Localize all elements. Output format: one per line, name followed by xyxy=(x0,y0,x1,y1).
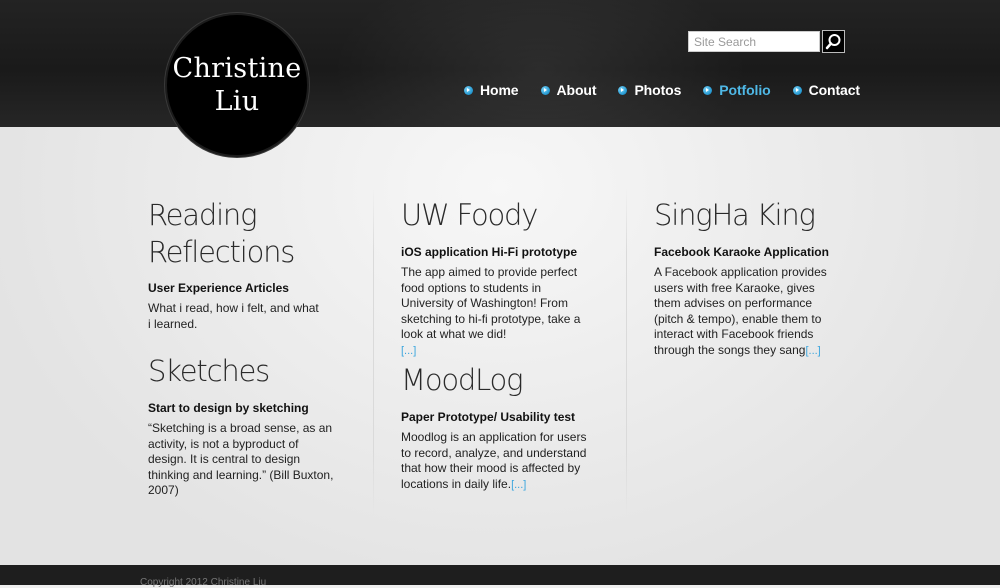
reading-reflections-card: Reading Reflections User Experience Arti… xyxy=(148,197,348,332)
nav-item-about[interactable]: About xyxy=(540,82,597,98)
singha-king-subtitle: Facebook Karaoke Application xyxy=(654,245,829,259)
main-nav: Home About Photos Potfolio Contact xyxy=(464,82,882,98)
main-content: Reading Reflections User Experience Arti… xyxy=(0,127,1000,565)
moodlog-subtitle: Paper Prototype/ Usability test xyxy=(401,410,576,424)
logo-text-last: Liu xyxy=(214,86,260,117)
nav-item-label: Potfolio xyxy=(719,82,771,98)
nav-item-portfolio[interactable]: Potfolio xyxy=(703,82,771,98)
nav-item-label: About xyxy=(556,82,597,98)
moodlog-description: Moodlog is an application for users to r… xyxy=(401,430,587,491)
singha-king-title[interactable]: SingHa King xyxy=(654,197,854,234)
logo-text-first: Christine xyxy=(172,53,302,84)
footer-copyright: Copyright 2012 Christine Liu xyxy=(140,577,267,588)
arrow-bullet-icon xyxy=(792,85,802,95)
nav-item-label: Photos xyxy=(634,82,682,98)
arrow-bullet-icon xyxy=(703,85,713,95)
moodlog-read-more[interactable]: [...] xyxy=(511,479,526,491)
uw-foody-description: The app aimed to provide perfect food op… xyxy=(401,265,581,357)
search-button[interactable] xyxy=(822,30,845,53)
reading-reflections-description: What i read, how i felt, and what i lear… xyxy=(148,301,319,331)
arrow-bullet-icon xyxy=(618,85,628,95)
nav-item-photos[interactable]: Photos xyxy=(618,82,681,98)
arrow-bullet-icon xyxy=(540,85,550,95)
sketches-subtitle: Start to design by sketching xyxy=(148,401,309,415)
singha-king-read-more[interactable]: [...] xyxy=(805,345,820,357)
uw-foody-subtitle: iOS application Hi-Fi prototype xyxy=(401,245,578,259)
arrow-bullet-icon xyxy=(464,85,473,95)
column-divider xyxy=(373,187,374,517)
reading-reflections-title[interactable]: Reading Reflections xyxy=(148,197,348,271)
sketches-card: Sketches Start to design by sketching “S… xyxy=(148,353,348,499)
reading-reflections-subtitle: User Experience Articles xyxy=(148,281,289,295)
nav-item-home[interactable]: Home xyxy=(464,82,519,98)
uw-foody-card: UW Foody iOS application Hi-Fi prototype… xyxy=(401,197,601,360)
site-search xyxy=(688,30,845,53)
column-divider xyxy=(626,187,627,517)
moodlog-card: MoodLog Paper Prototype/ Usability test … xyxy=(401,362,601,493)
singha-king-card: SingHa King Facebook Karaoke Application… xyxy=(654,197,854,360)
nav-item-label: Home xyxy=(480,82,519,98)
nav-item-label: Contact xyxy=(808,82,861,98)
uw-foody-title[interactable]: UW Foody xyxy=(401,197,601,234)
uw-foody-read-more[interactable]: [...] xyxy=(401,345,416,357)
search-input[interactable] xyxy=(688,31,820,52)
search-icon xyxy=(825,34,841,50)
moodlog-title[interactable]: MoodLog xyxy=(401,362,601,399)
site-header: Home About Photos Potfolio Contact xyxy=(0,0,1000,127)
sketches-description: “Sketching is a broad sense, as an activ… xyxy=(148,421,334,498)
site-footer: Copyright 2012 Christine Liu xyxy=(0,565,1000,588)
site-logo[interactable]: Christine Liu xyxy=(165,13,309,157)
singha-king-description: A Facebook application provides users wi… xyxy=(654,265,827,357)
nav-item-contact[interactable]: Contact xyxy=(792,82,861,98)
sketches-title[interactable]: Sketches xyxy=(148,353,348,390)
